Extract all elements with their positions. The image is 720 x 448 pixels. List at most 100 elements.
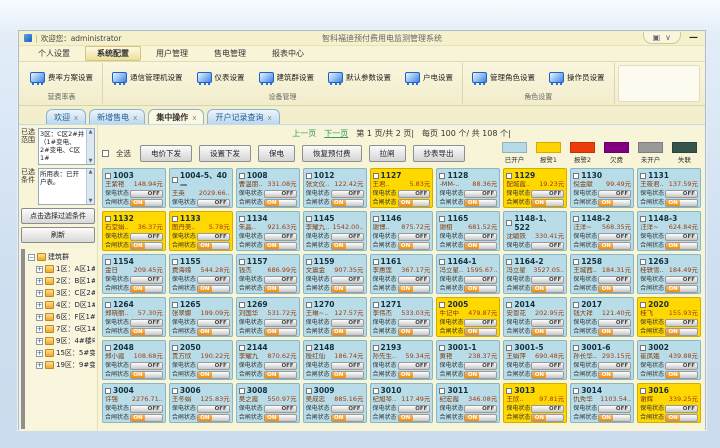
card-checkbox[interactable] xyxy=(105,302,111,308)
power-keep-toggle[interactable]: OFF xyxy=(130,405,163,413)
switch-toggle[interactable]: ON xyxy=(130,285,163,293)
switch-toggle[interactable]: ON xyxy=(665,371,698,379)
card-checkbox[interactable] xyxy=(172,302,178,308)
card-checkbox[interactable] xyxy=(306,345,312,351)
ribbon-button[interactable]: 户电设置 xyxy=(402,70,456,85)
card-checkbox[interactable] xyxy=(439,259,445,265)
prev-page-link[interactable]: 上一页 xyxy=(292,128,316,139)
switch-toggle[interactable]: ON xyxy=(598,414,631,422)
power-keep-toggle[interactable]: OFF xyxy=(598,362,631,370)
menu-item[interactable]: 用户管理 xyxy=(145,47,199,60)
card-checkbox[interactable] xyxy=(105,388,111,394)
toolbar-button[interactable]: 恢复预付费 xyxy=(302,145,362,162)
expand-icon[interactable]: + xyxy=(36,338,43,345)
tree-item[interactable]: + 4区：D区1#井（D xyxy=(28,299,95,311)
card-checkbox[interactable] xyxy=(640,173,646,179)
card-checkbox[interactable] xyxy=(306,302,312,308)
card-checkbox[interactable] xyxy=(373,173,379,179)
switch-toggle[interactable]: ON xyxy=(197,414,230,422)
card-checkbox[interactable] xyxy=(439,302,445,308)
power-keep-toggle[interactable]: OFF xyxy=(531,190,564,198)
switch-toggle[interactable]: ON xyxy=(665,242,698,250)
tree-item[interactable]: + 2区：B区1#井(双 xyxy=(28,275,95,287)
meter-card[interactable]: 3009 吴成忠 885.16元 保电状态 OFF xyxy=(303,383,367,423)
meter-card[interactable]: 1004-5、40— 王英 2029.66.. 保电状态 OFF xyxy=(169,168,233,208)
switch-toggle[interactable]: ON xyxy=(398,199,431,207)
scroll-up-icon[interactable]: ▲ xyxy=(89,129,93,135)
power-keep-toggle[interactable]: OFF xyxy=(531,362,564,370)
switch-toggle[interactable]: ON xyxy=(264,242,297,250)
meter-card[interactable]: 2144 李耀九 870.62元 保电状态 OFF xyxy=(236,340,300,380)
power-keep-toggle[interactable]: OFF xyxy=(398,276,431,284)
expand-icon[interactable]: + xyxy=(36,290,43,297)
power-keep-toggle[interactable]: OFF xyxy=(665,190,698,198)
power-keep-toggle[interactable]: OFF xyxy=(264,319,297,327)
tree-item[interactable]: + 15区：5#变站（3 xyxy=(28,347,95,359)
switch-toggle[interactable]: ON xyxy=(464,328,497,336)
switch-toggle[interactable]: ON xyxy=(398,242,431,250)
card-checkbox[interactable] xyxy=(573,302,579,308)
switch-toggle[interactable]: ON xyxy=(598,199,631,207)
card-checkbox[interactable] xyxy=(573,388,579,394)
power-keep-toggle[interactable]: OFF xyxy=(464,190,497,198)
filter-select-button[interactable]: 点击选择过滤条件 xyxy=(21,208,95,224)
switch-toggle[interactable]: ON xyxy=(264,199,297,207)
tree-item[interactable]: + 6区：F区1#井（F xyxy=(28,311,95,323)
power-keep-toggle[interactable]: OFF xyxy=(464,405,497,413)
close-icon[interactable]: x xyxy=(74,114,78,122)
close-icon[interactable]: x xyxy=(192,114,196,122)
toolbar-button[interactable]: 设置下发 xyxy=(199,145,251,162)
switch-toggle[interactable]: ON xyxy=(398,285,431,293)
switch-toggle[interactable]: ON xyxy=(331,371,364,379)
power-keep-toggle[interactable]: OFF xyxy=(264,276,297,284)
tree-item[interactable]: + 19区：9#变电站（ xyxy=(28,359,95,371)
tree-item[interactable]: + 7区：G区1#井 xyxy=(28,323,95,335)
power-keep-toggle[interactable]: OFF xyxy=(264,190,297,198)
switch-toggle[interactable]: ON xyxy=(598,371,631,379)
meter-card[interactable]: 3001-6 孙长华.. 293.15元 保电状态 OFF xyxy=(570,340,634,380)
meter-card[interactable]: 2050 贵方欣 190.22元 保电状态 OFF xyxy=(169,340,233,380)
meter-card[interactable]: 1165 谢栩 681.52元 保电状态 OFF xyxy=(436,211,500,251)
power-keep-toggle[interactable]: OFF xyxy=(531,319,564,327)
scroll-down-icon[interactable]: ▼ xyxy=(89,198,93,204)
card-checkbox[interactable] xyxy=(239,302,245,308)
card-checkbox[interactable] xyxy=(506,220,512,226)
power-keep-toggle[interactable]: OFF xyxy=(665,405,698,413)
scroll-down-icon[interactable]: ▼ xyxy=(89,158,93,164)
meter-card[interactable]: 1148-3 汪洋~ 624.84元 保电状态 OFF xyxy=(637,211,701,251)
meter-card[interactable]: 1127 王君.. 5.83元 保电状态 OFF xyxy=(370,168,434,208)
meter-card[interactable]: 3014 仇秀华 1103.54.. 保电状态 OFF xyxy=(570,383,634,423)
card-checkbox[interactable] xyxy=(239,216,245,222)
meter-card[interactable]: 1129 配城霞.. 19.23元 保电状态 OFF xyxy=(503,168,567,208)
card-checkbox[interactable] xyxy=(640,259,646,265)
refresh-button[interactable]: 刷新 xyxy=(21,227,95,243)
power-keep-toggle[interactable]: OFF xyxy=(598,276,631,284)
minimize-icon[interactable]: — xyxy=(689,33,698,43)
power-keep-toggle[interactable]: OFF xyxy=(130,233,163,241)
scroll-up-icon[interactable]: ▲ xyxy=(89,169,93,175)
meter-card[interactable]: 2148 殷红仙 186.74元 保电状态 OFF xyxy=(303,340,367,380)
card-checkbox[interactable] xyxy=(640,345,646,351)
meter-card[interactable]: 2193 孙先生.. 59.34元 保电状态 OFF xyxy=(370,340,434,380)
meter-card[interactable]: 1263 桂轶雪.. 184.49元 保电状态 OFF xyxy=(637,254,701,294)
card-checkbox[interactable] xyxy=(640,216,646,222)
power-keep-toggle[interactable]: OFF xyxy=(264,405,297,413)
switch-toggle[interactable]: ON xyxy=(264,328,297,336)
switch-toggle[interactable]: ON xyxy=(264,414,297,422)
meter-card[interactable]: 3001-5 王娟萍 690.48元 保电状态 OFF xyxy=(503,340,567,380)
power-keep-toggle[interactable]: OFF xyxy=(130,319,163,327)
ribbon-button[interactable]: 仪表设置 xyxy=(194,70,248,85)
switch-toggle[interactable]: ON xyxy=(464,199,497,207)
meter-card[interactable]: 1148-2 汪洋~ 568.35元 保电状态 OFF xyxy=(570,211,634,251)
meter-card[interactable]: 1164-1 冯立星.. 1595.67.. 保电状态 OFF xyxy=(436,254,500,294)
switch-toggle[interactable]: ON xyxy=(130,328,163,336)
switch-toggle[interactable]: ON xyxy=(598,328,631,336)
meter-card[interactable]: 1131 王筱君.. 137.59元 保电状态 OFF xyxy=(637,168,701,208)
meter-card[interactable]: 1157 钱杰 686.99元 保电状态 OFF xyxy=(236,254,300,294)
power-keep-toggle[interactable]: OFF xyxy=(197,405,230,413)
meter-card[interactable]: 1133 图丹美.. 5.78元 保电状态 OFF xyxy=(169,211,233,251)
meter-card[interactable]: 1154 金日 209.45元 保电状态 OFF xyxy=(102,254,166,294)
ribbon-button[interactable]: 建筑群设置 xyxy=(256,70,318,85)
switch-toggle[interactable]: ON xyxy=(130,199,163,207)
card-checkbox[interactable] xyxy=(640,388,646,394)
